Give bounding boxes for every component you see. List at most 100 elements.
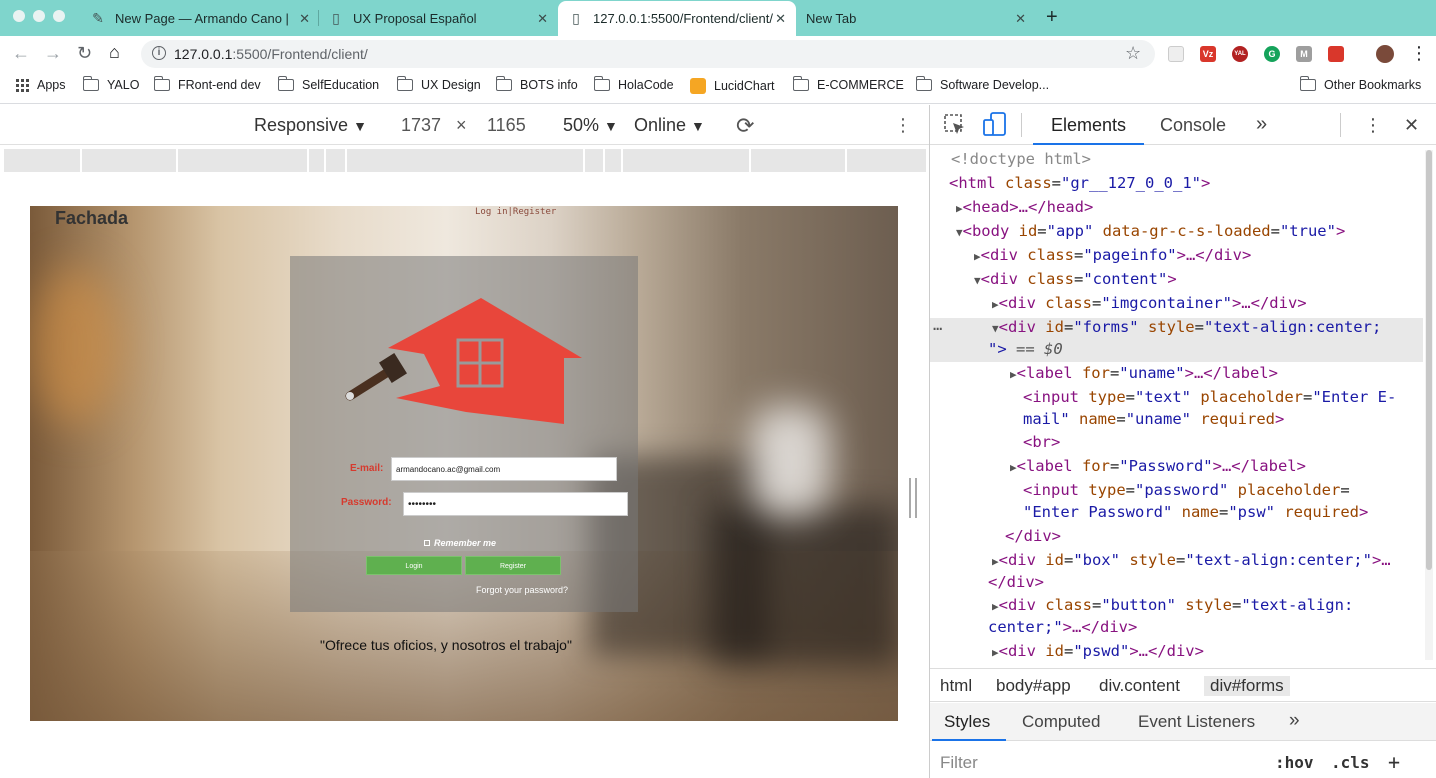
minimize-window-button[interactable] — [33, 10, 45, 22]
breadcrumb-content[interactable]: div.content — [1099, 676, 1180, 696]
bookmark-lucidchart[interactable]: LucidChart — [690, 78, 774, 94]
rotate-icon[interactable]: ⟳ — [736, 113, 754, 139]
device-height-input[interactable]: 1165 — [487, 115, 526, 136]
apps-grid-icon — [16, 78, 29, 92]
bookmark-bots-info[interactable]: BOTS info — [495, 76, 578, 92]
expand-arrow-icon: ▶ — [1010, 368, 1017, 381]
tab-computed[interactable]: Computed — [1022, 712, 1100, 732]
dom-tree: <!doctype html> <html class="gr__127_0_0… — [930, 146, 1423, 668]
bookmark-ecommerce[interactable]: E-COMMERCE — [792, 76, 904, 92]
dom-node-input-uname[interactable]: <input type="text" placeholder="Enter E- — [1023, 388, 1396, 406]
email-field[interactable]: armandocano.ac@gmail.com — [391, 457, 617, 481]
viewport-resize-handle[interactable] — [909, 478, 917, 518]
hov-toggle[interactable]: :hov — [1275, 753, 1314, 772]
forward-icon[interactable]: → — [44, 43, 62, 64]
password-field[interactable]: •••••••• — [403, 492, 628, 516]
node-actions-icon[interactable]: … — [933, 316, 942, 334]
close-icon[interactable]: ✕ — [1015, 11, 1026, 27]
tab-new-page[interactable]: ✎ New Page — Armando Cano | ✕ — [80, 1, 320, 36]
bookmark-star-icon[interactable]: ☆ — [1125, 43, 1141, 64]
bookmark-ux-design[interactable]: UX Design — [396, 76, 481, 92]
device-mode-select[interactable]: Responsive ▼ — [254, 115, 367, 136]
back-icon[interactable]: ← — [12, 43, 30, 64]
dom-node-body[interactable]: ▼<body id="app" data-gr-c-s-loaded="true… — [956, 222, 1345, 240]
grammarly-icon[interactable]: G — [1264, 46, 1280, 62]
tab-localhost[interactable]: ▯ 127.0.0.1:5500/Frontend/client/ ✕ — [558, 1, 796, 36]
dom-node-forms-end: "> == $0 — [988, 340, 1063, 358]
network-throttle-select[interactable]: Online ▼ — [634, 115, 705, 136]
dom-node-forms[interactable]: ▼<div id="forms" style="text-align:cente… — [992, 318, 1381, 336]
url-text[interactable]: 127.0.0.1:5500/Frontend/client/ — [174, 46, 368, 62]
dom-node-label-uname[interactable]: ▶<label for="uname">…</label> — [1010, 364, 1278, 382]
devtools-menu-icon[interactable]: ⋮ — [1364, 115, 1382, 136]
dom-node-forms-close[interactable]: </div> — [1005, 527, 1061, 545]
bookmark-holacode[interactable]: HolaCode — [593, 76, 674, 92]
login-register-link[interactable]: Log in|Register — [475, 207, 556, 217]
close-icon[interactable]: ✕ — [537, 11, 548, 27]
extension-icon[interactable] — [1328, 46, 1344, 62]
device-toolbar-toggle-icon[interactable] — [983, 112, 1007, 138]
more-tabs-icon[interactable]: » — [1289, 710, 1300, 732]
bookmark-software-develop[interactable]: Software Develop... — [915, 76, 1049, 92]
dom-node-br[interactable]: <br> — [1023, 433, 1060, 451]
close-icon[interactable]: ✕ — [299, 11, 310, 27]
bookmark-yalo[interactable]: YALO — [82, 76, 139, 92]
new-tab-button[interactable]: + — [1046, 6, 1058, 29]
dom-node-imgcontainer[interactable]: ▶<div class="imgcontainer">…</div> — [992, 294, 1307, 312]
inspect-element-icon[interactable] — [944, 114, 966, 136]
extension-icon[interactable] — [1168, 46, 1184, 62]
extension-icon[interactable]: M — [1296, 46, 1312, 62]
breadcrumb-body[interactable]: body#app — [996, 676, 1071, 696]
more-tabs-icon[interactable]: » — [1256, 113, 1267, 136]
bookmark-other[interactable]: Other Bookmarks — [1299, 76, 1421, 92]
new-style-rule-icon[interactable]: + — [1388, 750, 1400, 774]
devtools-close-icon[interactable]: ✕ — [1404, 115, 1419, 136]
dom-node-box[interactable]: ▶<div id="box" style="text-align:center;… — [992, 551, 1391, 569]
forgot-password-link[interactable]: Forgot your password? — [476, 585, 568, 595]
info-icon[interactable]: i — [152, 46, 166, 60]
breadcrumb-html[interactable]: html — [940, 676, 972, 696]
close-window-button[interactable] — [13, 10, 25, 22]
dom-node-button[interactable]: ▶<div class="button" style="text-align: — [992, 596, 1353, 614]
tab-console[interactable]: Console — [1160, 115, 1226, 136]
tab-title: 127.0.0.1:5500/Frontend/client/ — [593, 11, 773, 26]
expand-arrow-icon: ▶ — [992, 646, 999, 659]
styles-filter-input[interactable]: Filter — [940, 753, 978, 773]
breadcrumb-forms[interactable]: div#forms — [1204, 676, 1290, 696]
collapse-arrow-icon: ▼ — [974, 274, 981, 287]
close-icon[interactable]: ✕ — [775, 11, 786, 27]
dom-node-doctype[interactable]: <!doctype html> — [951, 150, 1091, 168]
dom-node-html[interactable]: <html class="gr__127_0_0_1"> — [949, 174, 1210, 192]
tab-ux-proposal[interactable]: ▯ UX Proposal Español ✕ — [320, 1, 558, 36]
device-width-input[interactable]: 1737 — [401, 115, 441, 136]
browser-menu-icon[interactable]: ⋮ — [1410, 43, 1428, 64]
bookmark-frontend-dev[interactable]: FRont-end dev — [153, 76, 261, 92]
bookmark-selfeducation[interactable]: SelfEducation — [277, 76, 379, 92]
maximize-window-button[interactable] — [53, 10, 65, 22]
dom-scrollbar-thumb[interactable] — [1426, 150, 1432, 570]
dom-node-head[interactable]: ▶<head>…</head> — [956, 198, 1093, 216]
dom-node-pswd[interactable]: ▶<div id="pswd">…</div> — [992, 642, 1204, 660]
tab-event-listeners[interactable]: Event Listeners — [1138, 712, 1255, 732]
tab-elements[interactable]: Elements — [1051, 115, 1126, 136]
tab-styles[interactable]: Styles — [944, 712, 990, 732]
register-button[interactable]: Register — [465, 556, 561, 575]
bookmark-apps[interactable]: Apps — [16, 78, 66, 92]
remember-me-checkbox[interactable]: Remember me — [424, 538, 496, 548]
reload-icon[interactable]: ↻ — [77, 43, 92, 64]
dom-node-label-password[interactable]: ▶<label for="Password">…</label> — [1010, 457, 1306, 475]
extension-icon[interactable]: YAL — [1232, 46, 1248, 62]
device-more-icon[interactable]: ⋮ — [894, 115, 912, 136]
home-icon[interactable]: ⌂ — [109, 42, 120, 63]
dom-node-content[interactable]: ▼<div class="content"> — [974, 270, 1177, 288]
zoom-select[interactable]: 50% ▼ — [563, 115, 618, 136]
login-button[interactable]: Login — [366, 556, 462, 575]
folder-icon — [396, 76, 413, 91]
dom-node-input-psw[interactable]: <input type="password" placeholder= — [1023, 481, 1350, 499]
extension-icon[interactable]: Vz — [1200, 46, 1216, 62]
dom-node-pageinfo[interactable]: ▶<div class="pageinfo">…</div> — [974, 246, 1251, 264]
cls-toggle[interactable]: .cls — [1331, 753, 1370, 772]
tab-new-tab[interactable]: New Tab ✕ — [796, 1, 1036, 36]
media-query-bar[interactable] — [4, 149, 926, 172]
avatar[interactable] — [1376, 45, 1394, 63]
